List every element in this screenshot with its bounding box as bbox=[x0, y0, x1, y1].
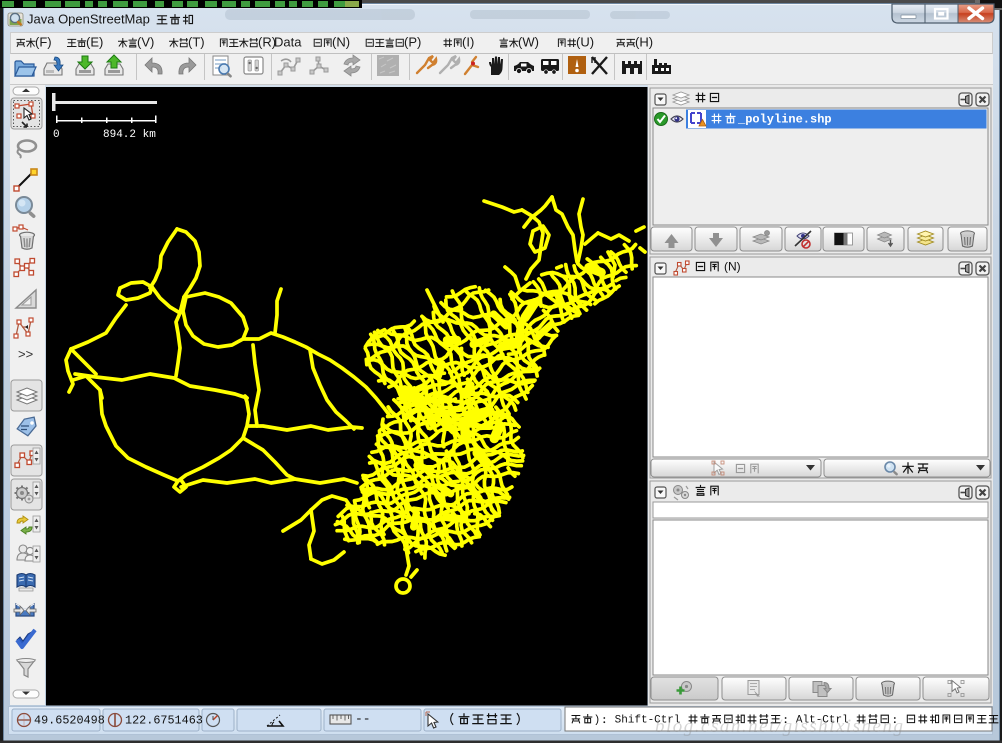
svg-text:>>: >> bbox=[18, 346, 33, 361]
svg-text:(F): (F) bbox=[35, 34, 52, 49]
svg-text:(U): (U) bbox=[576, 34, 594, 49]
svg-text:894.2 km: 894.2 km bbox=[103, 129, 156, 141]
svg-text:49.6520498: 49.6520498 bbox=[34, 713, 105, 727]
svg-text:(T): (T) bbox=[188, 34, 205, 49]
svg-text:(P): (P) bbox=[404, 34, 421, 49]
svg-text:_polyline.shp: _polyline.shp bbox=[737, 112, 832, 126]
svg-text:): ) bbox=[594, 714, 601, 726]
svg-text:0: 0 bbox=[53, 129, 60, 141]
svg-text:(I): (I) bbox=[462, 34, 474, 49]
svg-text:--: -- bbox=[355, 711, 371, 726]
svg-text:Java OpenStreetMap: Java OpenStreetMap bbox=[27, 11, 153, 26]
svg-text:(H): (H) bbox=[635, 34, 653, 49]
svg-text:(N): (N) bbox=[724, 260, 741, 274]
svg-text:(E): (E) bbox=[86, 34, 103, 49]
svg-text:Data: Data bbox=[274, 34, 302, 49]
svg-text:blog.csdn.net/gisshixisheng: blog.csdn.net/gisshixisheng bbox=[655, 716, 904, 737]
svg-text:(V): (V) bbox=[137, 34, 154, 49]
svg-text:(W): (W) bbox=[518, 34, 539, 49]
svg-text:122.6751463: 122.6751463 bbox=[125, 713, 203, 727]
svg-text:(N): (N) bbox=[332, 34, 350, 49]
